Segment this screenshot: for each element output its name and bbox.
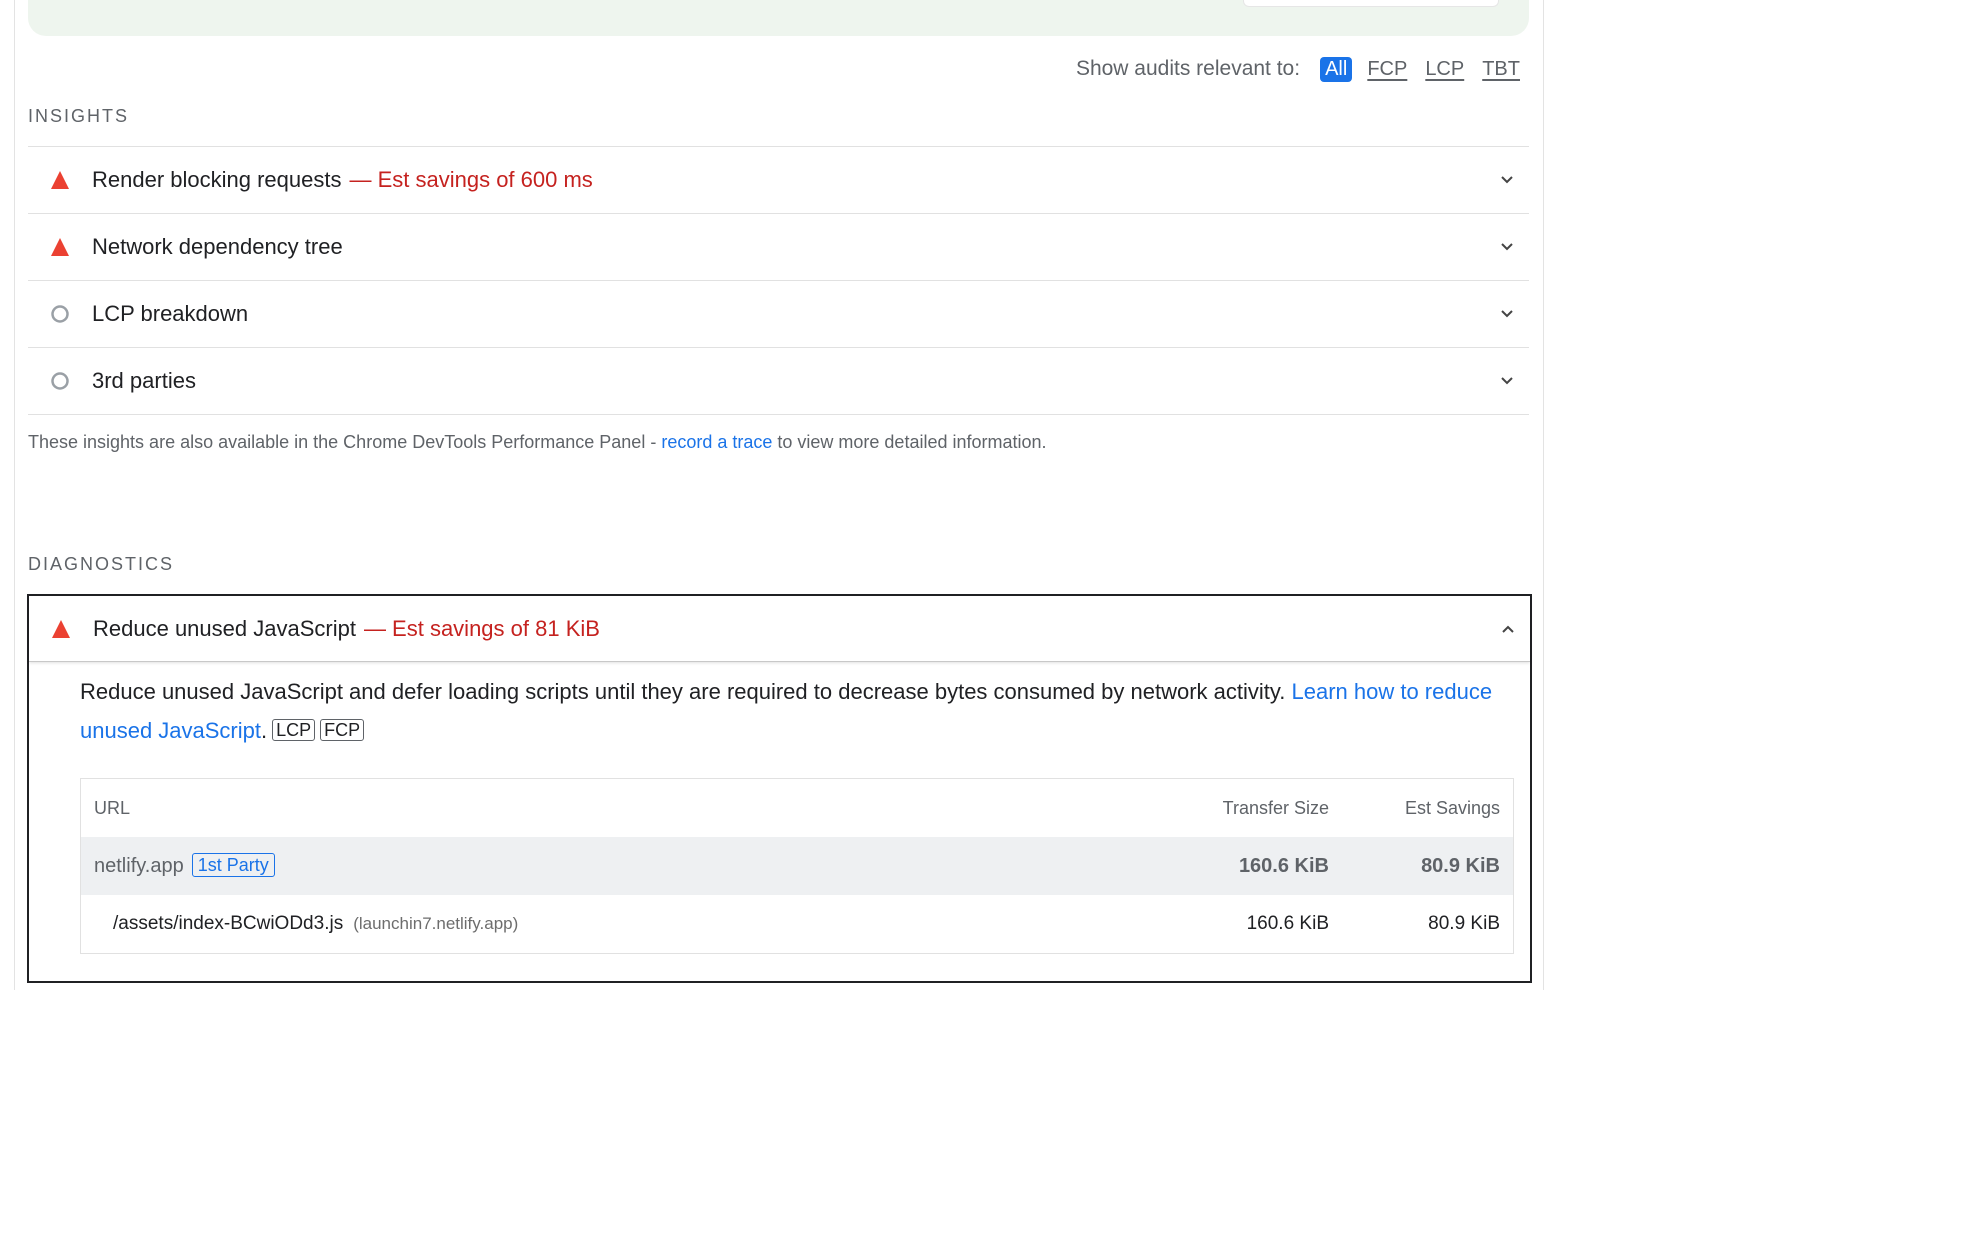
column-header-transfer-size: Transfer Size bbox=[1222, 798, 1329, 818]
group-est-savings: 80.9 KiB bbox=[1421, 855, 1500, 877]
details-table: URL Transfer Size Est Savings netlify.ap… bbox=[80, 778, 1514, 954]
informative-circle-icon bbox=[51, 305, 69, 323]
group-transfer-size: 160.6 KiB bbox=[1238, 855, 1329, 877]
insight-title: LCP breakdown bbox=[92, 301, 249, 326]
audit-filter-bar: Show audits relevant to: All FCP LCP TBT bbox=[1076, 56, 1523, 82]
row-est-savings: 80.9 KiB bbox=[1428, 913, 1500, 934]
table-row: /assets/index-BCwiODd3.js (launchin7.netl… bbox=[81, 895, 1513, 953]
insights-note: These insights are also available in the… bbox=[28, 432, 1047, 452]
insight-3rd-parties[interactable]: 3rd parties bbox=[28, 347, 1529, 415]
fail-triangle-icon bbox=[51, 171, 69, 189]
filter-label: Show audits relevant to: bbox=[1075, 57, 1301, 80]
banner-panel bbox=[1243, 0, 1499, 7]
diagnostics-section-title: DIAGNOSTICS bbox=[28, 554, 175, 574]
table-group-row: netlify.app 1st Party 160.6 KiB 80.9 KiB bbox=[81, 837, 1513, 895]
diagnostic-title: Reduce unused JavaScript — Est savings of… bbox=[93, 615, 600, 641]
column-header-est-savings: Est Savings bbox=[1404, 798, 1500, 818]
resource-host: (launchin7.netlify.app) bbox=[353, 914, 519, 933]
diagnostic-description: Reduce unused JavaScript and defer loadi… bbox=[80, 679, 1493, 743]
row-transfer-size: 160.6 KiB bbox=[1246, 913, 1329, 934]
informative-circle-icon bbox=[51, 372, 69, 390]
metric-tag-fcp: FCP bbox=[320, 719, 365, 741]
diagnostic-reduce-unused-javascript: Reduce unused JavaScript — Est savings of… bbox=[27, 594, 1532, 983]
insight-title: 3rd parties bbox=[92, 368, 196, 393]
diagnostic-savings: — Est savings of 81 KiB bbox=[363, 615, 600, 641]
chevron-up-icon[interactable] bbox=[1500, 621, 1516, 637]
summary-banner bbox=[28, 0, 1529, 36]
table-header-row: URL Transfer Size Est Savings bbox=[81, 779, 1513, 837]
insight-network-dependency-tree[interactable]: Network dependency tree bbox=[28, 213, 1529, 280]
insights-list: Render blocking requests — Est savings of… bbox=[28, 146, 1529, 415]
record-trace-link[interactable]: record a trace bbox=[661, 432, 772, 452]
insight-lcp-breakdown[interactable]: LCP breakdown bbox=[28, 280, 1529, 347]
filter-chip-lcp[interactable]: LCP bbox=[1422, 58, 1467, 81]
chevron-down-icon[interactable] bbox=[1499, 373, 1515, 389]
column-header-url: URL bbox=[94, 798, 131, 818]
fail-triangle-icon bbox=[51, 238, 69, 256]
chevron-down-icon[interactable] bbox=[1499, 239, 1515, 255]
filter-chip-tbt[interactable]: TBT bbox=[1479, 58, 1523, 81]
filter-chip-fcp[interactable]: FCP bbox=[1364, 58, 1410, 81]
diagnostic-header[interactable]: Reduce unused JavaScript — Est savings of… bbox=[29, 596, 1530, 662]
chevron-down-icon[interactable] bbox=[1499, 306, 1515, 322]
resource-url: /assets/index-BCwiODd3.js (launchin7.netl… bbox=[113, 913, 519, 934]
insight-render-blocking-requests[interactable]: Render blocking requests — Est savings of… bbox=[28, 146, 1529, 213]
filter-chip-all[interactable]: All bbox=[1320, 56, 1353, 82]
insight-savings: — Est savings of 600 ms bbox=[349, 167, 593, 192]
insight-title: Network dependency tree bbox=[92, 234, 343, 259]
chevron-down-icon[interactable] bbox=[1499, 172, 1515, 188]
insights-section-title: INSIGHTS bbox=[28, 106, 130, 126]
insight-title: Render blocking requests — Est savings of… bbox=[92, 167, 593, 192]
first-party-badge: 1st Party bbox=[191, 853, 275, 877]
fail-triangle-icon bbox=[52, 619, 70, 638]
entity-name: netlify.app 1st Party bbox=[94, 837, 275, 895]
metric-tag-lcp: LCP bbox=[272, 719, 316, 741]
